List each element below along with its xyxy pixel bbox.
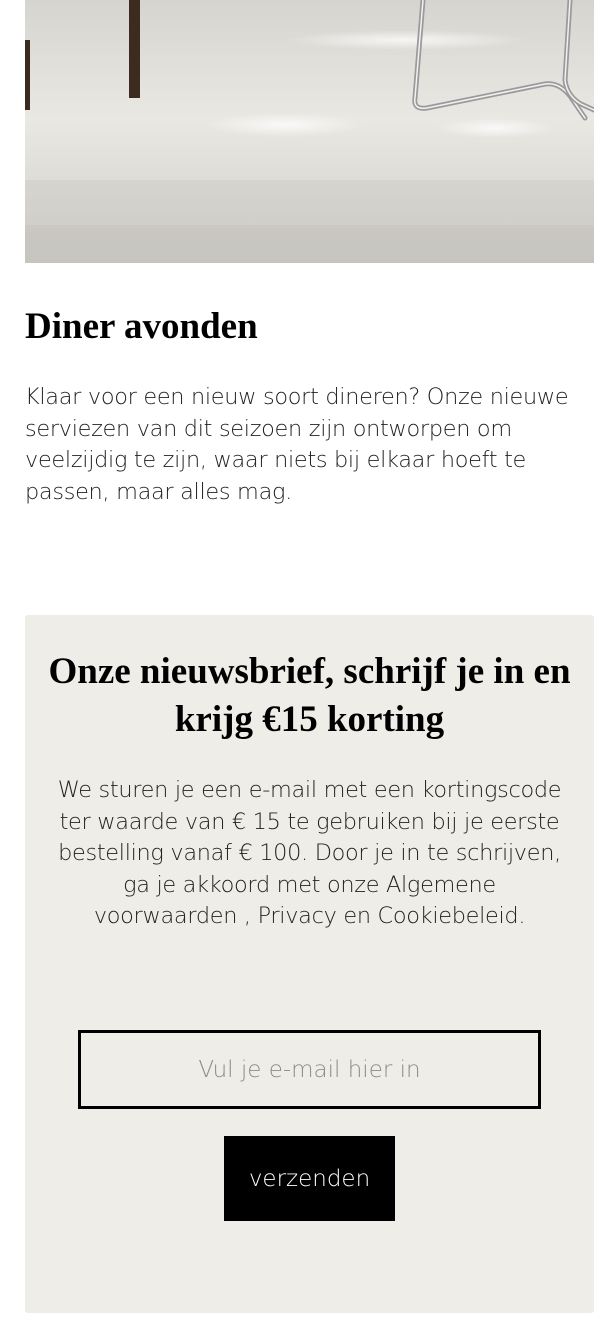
- dining-chairs-photo: [25, 0, 594, 263]
- article-title: Diner avonden: [25, 306, 258, 347]
- newsletter-signup: Onze nieuwsbrief, schrijf je in en krijg…: [25, 615, 594, 1313]
- email-input[interactable]: [78, 1030, 541, 1109]
- newsletter-title: Onze nieuwsbrief, schrijf je in en krijg…: [48, 651, 571, 740]
- newsletter-description: We sturen je een e-mail met een kortings…: [57, 777, 562, 929]
- hero-image: [25, 0, 594, 263]
- article-body: Klaar voor een nieuw soort dineren? Onze…: [25, 384, 569, 505]
- submit-button[interactable]: verzenden: [224, 1136, 395, 1221]
